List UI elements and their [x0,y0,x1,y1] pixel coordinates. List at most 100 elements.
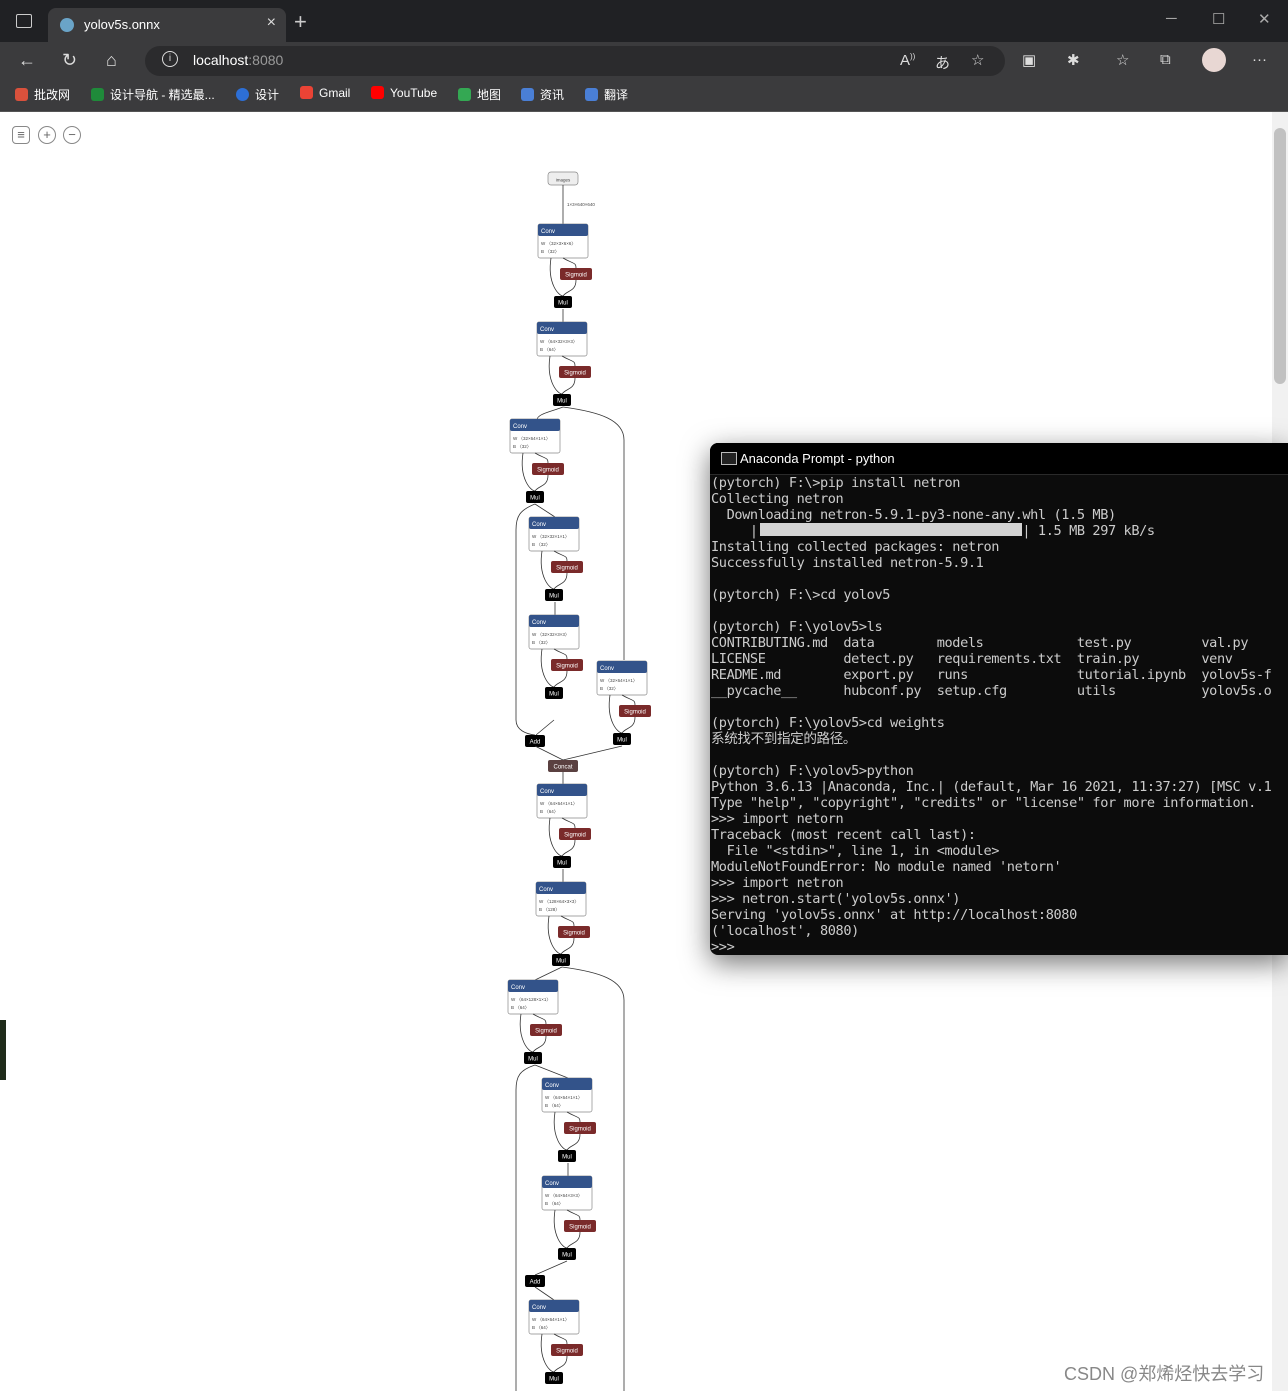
terminal-title: Anaconda Prompt - python [740,451,895,466]
conv-node[interactable]: Conv W 〈64×32×3×3〉 B 〈64〉 [536,321,588,357]
add-node[interactable]: Add [525,735,545,747]
window-close-icon[interactable]: ✕ [1258,10,1271,28]
sigmoid-node-label: Sigmoid [556,566,578,572]
bookmark-item[interactable]: 设计 [236,86,279,103]
bookmark-item[interactable]: 批改网 [15,86,70,103]
mul-node[interactable]: Mul [545,1372,563,1384]
bookmark-label: YouTube [390,86,438,100]
more-icon[interactable]: ··· [1252,51,1267,68]
conv-label: Conv [511,985,525,991]
sigmoid-node[interactable]: Sigmoid [564,1220,596,1232]
graph-edge [534,474,549,492]
conv-node[interactable]: Conv W 〈64×64×1×1〉 B 〈64〉 [528,1299,580,1335]
mul-node[interactable]: Mul [526,491,544,503]
conv-node[interactable]: Conv W 〈32×64×1×1〉 B 〈32〉 [509,418,561,454]
extension-icon[interactable]: ▣ [1022,51,1036,69]
conv-bias: B 〈32〉 [513,444,531,449]
mul-node[interactable]: Mul [553,856,571,868]
terminal-titlebar[interactable]: Anaconda Prompt - python [710,443,1288,475]
mul-node-label: Mul [549,692,559,698]
conv-node[interactable]: Conv W 〈32×64×1×1〉 B 〈32〉 [596,660,648,696]
sigmoid-node[interactable]: Sigmoid [619,705,651,717]
sigmoid-node[interactable]: Sigmoid [560,268,592,280]
scrollbar-thumb[interactable] [1274,128,1286,384]
graph-edge [560,937,575,955]
terminal-line: >>> netron.start('yolov5s.onnx') [711,891,961,907]
conv-node[interactable]: Conv W 〈64×64×1×1〉 B 〈64〉 [541,1077,593,1113]
add-favorite-icon[interactable]: ☆ [971,51,984,69]
terminal-line: ModuleNotFoundError: No module named 'ne… [711,859,1062,875]
mul-node-label: Mul [557,861,567,867]
mul-node[interactable]: Mul [545,687,563,699]
mul-node[interactable]: Mul [554,296,572,308]
graph-edge [553,572,568,590]
avatar[interactable] [1202,48,1226,72]
terminal-line: File "<stdin>", line 1, in <module> [711,843,1000,859]
sigmoid-node[interactable]: Sigmoid [551,561,583,573]
favorites-icon[interactable]: ☆ [1116,51,1129,69]
bookmark-item[interactable]: 翻译 [585,86,628,103]
sigmoid-node[interactable]: Sigmoid [559,828,591,840]
sigmoid-node[interactable]: Sigmoid [532,463,564,475]
mul-node[interactable]: Mul [558,1150,576,1162]
conv-bias: B 〈32〉 [600,686,618,691]
mul-node[interactable]: Mul [553,394,571,406]
conv-node[interactable]: Conv W 〈32×32×1×1〉 B 〈32〉 [528,516,580,552]
sigmoid-node-label: Sigmoid [556,664,578,670]
conv-bias: B 〈32〉 [541,249,559,254]
input-node[interactable]: images [547,171,579,186]
back-icon[interactable]: ← [18,50,36,71]
graph-edge [562,279,577,297]
mul-node[interactable]: Mul [552,954,570,966]
read-aloud-icon[interactable]: A)) [900,52,915,69]
conv-node[interactable]: Conv W 〈32×3×6×6〉 B 〈32〉 [537,223,589,259]
mul-node-label: Mul [617,738,627,744]
extensions-icon[interactable]: ✱ [1067,51,1080,69]
sigmoid-node[interactable]: Sigmoid [564,1122,596,1134]
bookmark-label: Gmail [319,86,351,100]
translate-icon[interactable]: あ [935,52,950,73]
concat-node[interactable]: Concat [548,760,578,772]
refresh-icon[interactable]: ↻ [62,50,77,71]
bookmark-label: 地图 [477,88,502,102]
bookmark-label: 资讯 [540,88,565,102]
conv-node[interactable]: Conv W 〈64×128×1×1〉 B 〈64〉 [507,979,559,1015]
add-node-label: Add [530,1280,541,1286]
conv-node[interactable]: Conv W 〈32×32×3×3〉 B 〈32〉 [528,614,580,650]
sigmoid-node[interactable]: Sigmoid [551,659,583,671]
new-tab-button[interactable]: + [294,9,307,35]
home-icon[interactable]: ⌂ [106,50,117,71]
collections-icon[interactable]: ⧉ [1160,51,1171,68]
mul-node[interactable]: Mul [545,589,563,601]
bookmark-item[interactable]: 设计导航 - 精选最... [91,86,215,103]
bookmark-item[interactable]: YouTube [371,86,437,100]
maximize-icon[interactable]: ☐ [1212,10,1225,28]
add-node[interactable]: Add [525,1275,545,1287]
conv-node[interactable]: Conv W 〈128×64×3×3〉 B 〈128〉 [535,881,587,917]
bookmark-item[interactable]: Gmail [300,86,350,100]
site-info-icon[interactable]: i [162,51,178,67]
tab-yolov5s[interactable]: yolov5s.onnx × [48,8,286,42]
bookmark-item[interactable]: 资讯 [521,86,564,103]
mul-node[interactable]: Mul [613,733,631,745]
sigmoid-node[interactable]: Sigmoid [530,1024,562,1036]
sigmoid-node[interactable]: Sigmoid [551,1344,583,1356]
graph-edge [534,1260,568,1276]
close-tab-button[interactable]: × [267,14,276,32]
bookmark-item[interactable]: 地图 [458,86,501,103]
sigmoid-node[interactable]: Sigmoid [559,366,591,378]
conv-node[interactable]: Conv W 〈64×64×1×1〉 B 〈64〉 [536,783,588,819]
sigmoid-node[interactable]: Sigmoid [558,926,590,938]
conv-node[interactable]: Conv W 〈64×64×3×3〉 B 〈64〉 [541,1175,593,1211]
address-bar[interactable]: i localhost:8080 A)) あ ☆ [145,46,1005,76]
mul-node[interactable]: Mul [558,1248,576,1260]
minimize-icon[interactable]: ─ [1166,10,1177,27]
mul-node[interactable]: Mul [524,1052,542,1064]
terminal-window[interactable]: Anaconda Prompt - python (pytorch) F:\>p… [710,443,1288,955]
terminal-line: (pytorch) F:\>pip install netron [711,475,961,491]
graph-edge [566,1111,581,1123]
url-text: localhost:8080 [193,52,283,68]
tab-actions-icon[interactable] [16,14,32,28]
terminal-output[interactable]: (pytorch) F:\>pip install netron Collecti… [711,475,1288,955]
conv-weight: W 〈64×64×1×1〉 [540,801,577,806]
